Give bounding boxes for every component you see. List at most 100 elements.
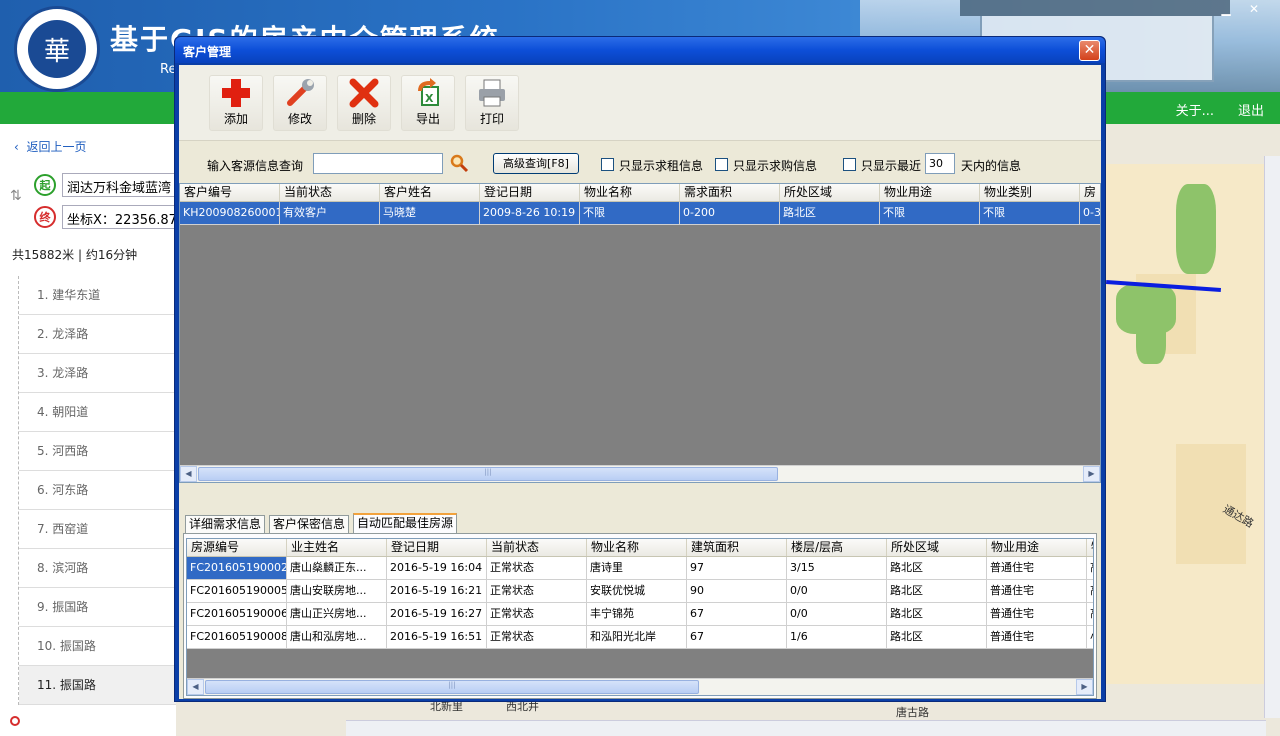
route-step[interactable]: 7. 西窑道 bbox=[19, 510, 176, 549]
scroll-left-icon[interactable]: ◀ bbox=[187, 679, 204, 695]
tab-2[interactable]: 客户保密信息 bbox=[269, 515, 350, 533]
back-link[interactable]: ‹ 返回上一页 bbox=[14, 138, 86, 155]
column-header[interactable]: 当前状态 bbox=[487, 539, 587, 556]
recent-days-input[interactable]: 30 bbox=[925, 153, 955, 174]
route-step[interactable]: 1. 建华东道 bbox=[19, 276, 176, 315]
column-header[interactable]: 客户姓名 bbox=[380, 184, 480, 201]
table-cell: 2016-5-19 16:51 bbox=[387, 626, 487, 648]
table-row[interactable]: FC201605190008 唐山和泓房地... 2016-5-19 16:51 正常… bbox=[187, 626, 1093, 649]
scroll-thumb[interactable]: ||| bbox=[205, 680, 699, 694]
dialog-close-button[interactable]: ✕ bbox=[1079, 40, 1100, 61]
column-header[interactable]: 物业类别 bbox=[980, 184, 1080, 201]
route-step[interactable]: 11. 振国路 bbox=[19, 666, 176, 705]
tab-panel: 房源编号业主姓名登记日期当前状态物业名称建筑面积楼层/层高所处区域物业用途物 F… bbox=[183, 533, 1097, 699]
column-header[interactable]: 物业名称 bbox=[587, 539, 687, 556]
column-header[interactable]: 楼层/层高 bbox=[787, 539, 887, 556]
table-cell: 2009-8-26 10:19 bbox=[480, 202, 580, 224]
route-step[interactable]: 10. 振国路 bbox=[19, 627, 176, 666]
search-row: 输入客源信息查询 高级查询[F8] 只显示求租信息 只显示求购信息 只显示最近 … bbox=[179, 149, 1101, 179]
table-cell: 小 bbox=[1087, 626, 1093, 648]
end-input[interactable]: 坐标X：22356.87 bbox=[62, 205, 176, 229]
search-input[interactable] bbox=[313, 153, 443, 174]
route-summary: 共15882米 | 约16分钟 bbox=[12, 248, 138, 262]
column-header[interactable]: 物业名称 bbox=[580, 184, 680, 201]
route-step[interactable]: 8. 滨河路 bbox=[19, 549, 176, 588]
table-cell: FC201605190008 bbox=[187, 626, 287, 648]
route-step[interactable]: 6. 河东路 bbox=[19, 471, 176, 510]
delete-button-label: 删除 bbox=[351, 112, 376, 126]
column-header[interactable]: 房 bbox=[1080, 184, 1100, 201]
search-label: 输入客源信息查询 bbox=[207, 159, 304, 173]
buy-only-label: 只显示求购信息 bbox=[733, 159, 818, 173]
column-header[interactable]: 登记日期 bbox=[387, 539, 487, 556]
table-row[interactable]: KH200908260001 有效客户 马晓楚 2009-8-26 10:19 不限 0-… bbox=[180, 202, 1100, 225]
dialog-titlebar[interactable]: 客户管理 ✕ bbox=[175, 37, 1105, 63]
scroll-thumb[interactable]: ||| bbox=[198, 467, 778, 481]
print-button[interactable]: 打印 bbox=[465, 75, 519, 131]
route-step[interactable]: 2. 龙泽路 bbox=[19, 315, 176, 354]
table-cell: 67 bbox=[687, 603, 787, 625]
minimize-button[interactable]: ▁ bbox=[1214, 2, 1238, 18]
customer-grid-hscrollbar[interactable]: ◀ ||| ▶ bbox=[180, 465, 1100, 482]
customer-management-dialog: 客户管理 ✕ 添加 修改 删除 X 导出 打印 输入客源信息查询 高级查询[F8… bbox=[174, 36, 1106, 702]
column-header[interactable]: 需求面积 bbox=[680, 184, 780, 201]
customer-grid-rows: KH200908260001 有效客户 马晓楚 2009-8-26 10:19 不限 0-… bbox=[180, 202, 1100, 225]
route-step[interactable]: 4. 朝阳道 bbox=[19, 393, 176, 432]
column-header[interactable]: 当前状态 bbox=[280, 184, 380, 201]
table-row[interactable]: FC201605190006 唐山正兴房地... 2016-5-19 16:27 正常… bbox=[187, 603, 1093, 626]
table-cell: FC201605190005 bbox=[187, 580, 287, 602]
route-step[interactable]: 9. 振国路 bbox=[19, 588, 176, 627]
recent-only-checkbox[interactable] bbox=[843, 158, 856, 171]
nav-exit-link[interactable]: 退出 bbox=[1238, 100, 1264, 119]
table-cell: 高 bbox=[1087, 580, 1093, 602]
nav-about-link[interactable]: 关于... bbox=[1176, 100, 1214, 119]
column-header[interactable]: 建筑面积 bbox=[687, 539, 787, 556]
table-cell: 唐诗里 bbox=[587, 557, 687, 579]
route-step[interactable]: 5. 河西路 bbox=[19, 432, 176, 471]
back-link-label: 返回上一页 bbox=[26, 140, 87, 154]
table-cell: 唐山安联房地... bbox=[287, 580, 387, 602]
scroll-right-icon[interactable]: ▶ bbox=[1076, 679, 1093, 695]
buy-only-checkbox[interactable] bbox=[715, 158, 728, 171]
chevron-left-icon: ‹ bbox=[14, 140, 27, 154]
column-header[interactable]: 物 bbox=[1087, 539, 1093, 556]
export-button[interactable]: X 导出 bbox=[401, 75, 455, 131]
start-input[interactable]: 润达万科金域蓝湾 bbox=[62, 173, 176, 197]
table-row[interactable]: FC201605190002 唐山燊麟正东... 2016-5-19 16:04 正常… bbox=[187, 557, 1093, 580]
delete-button[interactable]: 删除 bbox=[337, 75, 391, 131]
table-cell: 2016-5-19 16:27 bbox=[387, 603, 487, 625]
map-horizontal-scrollbar[interactable] bbox=[346, 720, 1266, 736]
search-icon[interactable] bbox=[449, 153, 469, 176]
map-vertical-scrollbar[interactable] bbox=[1264, 156, 1280, 718]
table-row[interactable]: FC201605190005 唐山安联房地... 2016-5-19 16:21 正常… bbox=[187, 580, 1093, 603]
tab-1[interactable]: 详细需求信息 bbox=[185, 515, 266, 533]
column-header[interactable]: 所处区域 bbox=[887, 539, 987, 556]
add-button[interactable]: 添加 bbox=[209, 75, 263, 131]
column-header[interactable]: 所处区域 bbox=[780, 184, 880, 201]
advanced-search-button[interactable]: 高级查询[F8] bbox=[493, 153, 579, 174]
column-header[interactable]: 物业用途 bbox=[987, 539, 1087, 556]
edit-button[interactable]: 修改 bbox=[273, 75, 327, 131]
rent-only-checkbox[interactable] bbox=[601, 158, 614, 171]
route-step[interactable]: 3. 龙泽路 bbox=[19, 354, 176, 393]
column-header[interactable]: 登记日期 bbox=[480, 184, 580, 201]
wrench-icon bbox=[274, 76, 326, 110]
table-cell: 唐山燊麟正东... bbox=[287, 557, 387, 579]
table-cell: 67 bbox=[687, 626, 787, 648]
table-cell: 0/0 bbox=[787, 580, 887, 602]
scroll-right-icon[interactable]: ▶ bbox=[1083, 466, 1100, 482]
swap-icon[interactable]: ⇅ bbox=[10, 188, 22, 204]
scroll-left-icon[interactable]: ◀ bbox=[180, 466, 197, 482]
column-header[interactable]: 物业用途 bbox=[880, 184, 980, 201]
matched-houses-grid: 房源编号业主姓名登记日期当前状态物业名称建筑面积楼层/层高所处区域物业用途物 F… bbox=[186, 538, 1094, 696]
table-cell: KH200908260001 bbox=[180, 202, 280, 224]
tab-3[interactable]: 自动匹配最佳房源 bbox=[353, 513, 458, 533]
recent-suffix-label: 天内的信息 bbox=[961, 159, 1022, 173]
houses-grid-hscrollbar[interactable]: ◀ ||| ▶ bbox=[187, 678, 1093, 695]
close-app-button[interactable]: ✕ bbox=[1242, 2, 1266, 18]
table-cell: 正常状态 bbox=[487, 603, 587, 625]
column-header[interactable]: 客户编号 bbox=[180, 184, 280, 201]
column-header[interactable]: 房源编号 bbox=[187, 539, 287, 556]
table-cell: 丰宁锦苑 bbox=[587, 603, 687, 625]
column-header[interactable]: 业主姓名 bbox=[287, 539, 387, 556]
